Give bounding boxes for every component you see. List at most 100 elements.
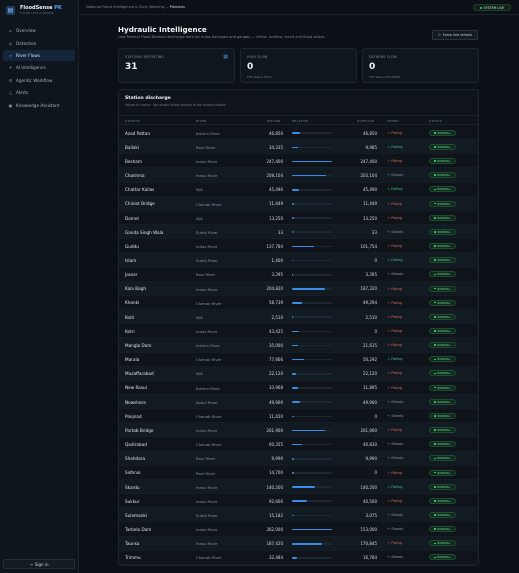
river-name: Jhelum River [196,130,221,136]
sidebar-item-agentic-workflow[interactable]: ⚙ Agentic Workflow [3,75,75,87]
table-row[interactable]: Chattar Kallas N/A 45,490 45,490 ↘ Falling NOR… [119,183,478,197]
status-label: NORMAL [437,314,451,319]
station-name: Qadirabad [125,442,147,448]
status-badge: NORMAL [429,214,456,221]
table-row[interactable]: Qadirabad Chenab River 60,355 40,830 → Steady… [119,437,478,452]
river-name: Indus River [196,484,218,490]
outflow-value: 11,895 [363,385,377,391]
trend-icon: → [387,399,390,404]
column-status[interactable]: STATUS [429,119,442,123]
relative-bar [292,174,332,177]
sidebar-item-knowledge-assistant[interactable]: ▣ Knowledge Assistant [3,99,75,111]
relative-bar [292,514,332,517]
column-river[interactable]: RIVER [196,119,207,123]
table-row[interactable]: Domel N/A 13,250 13,250 ↗ Rising NORMAL [119,211,478,226]
status-label: NORMAL [437,187,451,192]
table-row[interactable]: Sidhnai Ravi River 14,700 0 ↗ Rising NORMAL [119,466,478,480]
inflow-value: 15,182 [269,512,283,518]
status-badge: NORMAL [429,526,456,533]
workflow-icon: ⚙ [8,77,13,83]
relative-bar-fill [292,231,293,234]
brand[interactable]: ▤ FloodSense PK FLOOD INTELLIGENCE [6,5,62,15]
table-row[interactable]: Shahdara Ravi River 9,990 9,990 → Steady NORMA… [119,451,478,466]
outflow-value: 0 [374,413,377,419]
relative-bar [292,203,332,205]
trend-indicator: → Steady [387,173,403,177]
table-row[interactable]: Kotli N/A 2,510 2,510 ↗ Rising NORMAL [119,310,478,325]
force-refresh-button[interactable]: ↻ Force live refresh [432,30,478,40]
trend-icon: ↗ [387,343,390,348]
table-row[interactable]: Sukkur Indus River 92,600 40,500 ↗ Rising NORM… [119,494,478,509]
sidebar-item-overview[interactable]: ⌂ Overview [3,25,75,37]
table-row[interactable]: Taunsa Indus River 187,420 170,845 ↗ Rising NO… [119,536,478,551]
trend-indicator: ↗ Rising [387,315,402,319]
relative-bar [292,500,332,503]
trend-label: Rising [391,371,402,376]
table-row[interactable]: Guddu Indus River 137,784 101,754 ↗ Rising NOR… [119,239,478,254]
table-row[interactable]: Tarbela Dam Indus River 262,000 153,000 → Ste… [119,522,478,537]
status-badge: NORMAL [429,469,456,476]
status-dot-icon [434,344,436,346]
column-trend[interactable]: TREND [387,119,399,123]
table-row[interactable]: Trimmu Chenab River 32,484 16,784 → Steady NOR… [119,551,478,565]
panel-subtitle: Values in cusecs · bar shows inflow rela… [125,103,226,107]
table-row[interactable]: Nowshera Kabul River 49,900 49,900 → Steady NO… [119,394,478,410]
column-inflow[interactable]: INFLOW [267,119,281,123]
kpi-note: FFD status HIGH [247,75,272,79]
sidebar-item-river-flows[interactable]: ≈ River Flows [3,49,75,62]
trend-label: Rising [391,159,402,164]
table-row[interactable]: Mangla Dam Jhelum River 35,000 21,615 ↗ Risin… [119,338,478,353]
table-row[interactable]: Besham Indus River 247,400 247,400 ↗ Rising NO… [119,154,478,169]
table-row[interactable]: Marala Chenab River 77,666 50,292 ↘ Falling NO… [119,353,478,367]
column-outflow[interactable]: OUTFLOW [357,119,374,123]
sidebar-item-label: River Flows [16,53,40,59]
inflow-value: 262,000 [266,526,283,532]
river-name: Indus River [196,286,218,292]
table-row[interactable]: Kotri Indus River 43,425 0 ↗ Rising NORMAL [119,324,478,339]
station-discharge-panel: Station discharge Values in cusecs · bar… [118,89,479,566]
table-row[interactable]: Kala Bagh Indus River 204,820 187,320 ↗ Risin… [119,281,478,296]
trend-icon: ↗ [387,159,390,164]
river-name: Indus River [196,527,218,533]
trend-icon: ↗ [387,428,390,433]
sparkle-icon: ✦ [8,65,13,71]
column-station[interactable]: STATION [125,119,140,123]
trend-label: Rising [391,215,402,220]
table-row[interactable]: Khanki Chenab River 58,739 49,294 ↗ Rising NOR… [119,296,478,311]
column-relative[interactable]: RELATIVE [292,119,309,123]
table-row[interactable]: New Rasul Jhelum River 33,968 11,895 ↗ Rising… [119,381,478,395]
assistant-icon: ▣ [8,102,13,108]
river-name: N/A [196,215,203,221]
status-dot-icon [434,316,436,318]
table-row[interactable]: Azad Pattan Jhelum River 46,850 46,850 ↗ Risi… [119,126,478,141]
outflow-value: 153,000 [360,526,377,532]
sidebar: ▤ FloodSense PK FLOOD INTELLIGENCE ⌂ Over… [0,0,79,573]
table-row[interactable]: Jassar Ravi River 3,395 3,395 → Steady NORMAL [119,268,478,282]
table-row[interactable]: Chashma Indus River 208,104 203,104 → Steady N… [119,168,478,183]
table-row[interactable]: Muzaffarabad N/A 22,120 22,120 ↗ Rising NORMAL [119,366,478,381]
table-row[interactable]: Skardu Indus River 140,200 140,200 ↘ Falling N… [119,479,478,495]
table-row[interactable]: Balloki Ravi River 34,335 9,985 ↘ Falling NORM… [119,140,478,155]
status-label: NORMAL [437,286,451,291]
table-row[interactable]: Islam Sutlej River 1,400 0 ↘ Falling NORMAL [119,253,478,268]
sidebar-item-detection[interactable]: ◎ Detection [3,37,75,49]
table-row[interactable]: Sulemanki Sutlej River 15,182 3,075 → Steady N… [119,508,478,523]
outflow-value: 2,510 [365,314,377,320]
status-badge: NORMAL [429,313,456,320]
relative-bar-fill [292,316,293,319]
relative-bar-fill [292,514,295,517]
table-row[interactable]: Panjnad Chenab River 11,650 0 → Steady NORMAL [119,409,478,424]
table-row[interactable]: Partab Bridge Indus River 201,900 201,900 ↗ R… [119,423,478,438]
inflow-value: 187,420 [266,541,283,547]
sidebar-item-alerts[interactable]: △ Alerts [3,87,75,99]
trend-indicator: ↘ Falling [387,258,402,262]
outflow-value: 9,990 [365,456,377,462]
table-row[interactable]: Ganda Singh Wala Sutlej River 33 33 → Steady N… [119,225,478,240]
trend-icon: → [387,527,390,532]
trend-indicator: ↗ Rising [387,329,402,333]
trend-indicator: → Steady [387,414,403,418]
sidebar-item-ai-intelligence[interactable]: ✦ AI Intelligence [3,62,75,74]
table-row[interactable]: Chiniot Bridge Chenab River 11,449 11,449 ↗ R… [119,196,478,211]
inflow-value: 137,784 [266,243,283,249]
sign-in-button[interactable]: ⇥ Sign in [3,559,75,569]
